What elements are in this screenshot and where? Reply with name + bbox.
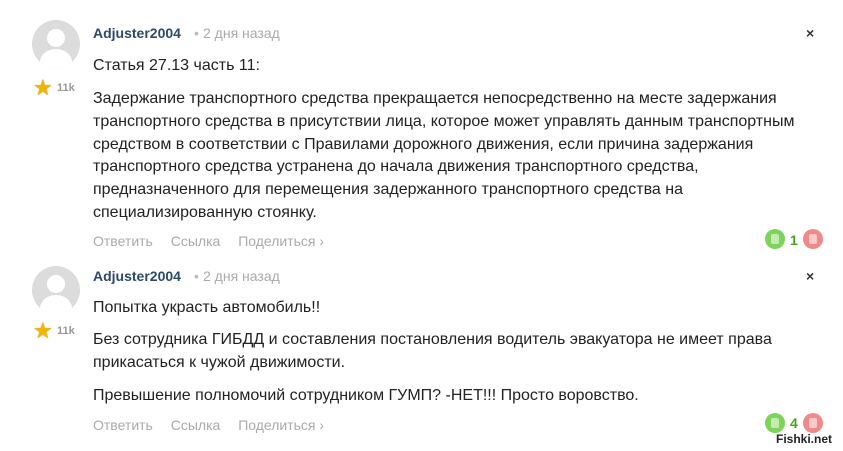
star-icon: ★ <box>33 75 53 100</box>
link-link[interactable]: Ссылка <box>171 417 221 433</box>
share-link[interactable]: Поделиться › <box>238 233 324 249</box>
separator-dot: • <box>194 268 199 284</box>
comment-paragraph: Попытка украсть автомобиль!! <box>93 299 321 316</box>
avatar[interactable] <box>32 20 80 68</box>
comment-actions: Ответить Ссылка Поделиться › <box>93 233 338 249</box>
comment-time[interactable]: 2 дня назад <box>203 268 280 284</box>
comment-paragraph: Задержание транспортного средства прекра… <box>93 90 795 221</box>
comment: ★ 11k Adjuster2004 • 2 дня назад × Попыт… <box>0 258 843 451</box>
comment: ★ 11k Adjuster2004 • 2 дня назад × Стать… <box>0 0 843 258</box>
rating-score: 11k <box>57 325 75 337</box>
thumb-down-icon[interactable] <box>803 413 823 433</box>
reply-link[interactable]: Ответить <box>93 417 153 433</box>
comment-paragraph: Статья 27.13 часть 11: <box>93 57 260 74</box>
close-icon[interactable]: × <box>806 268 814 284</box>
rating-score: 11k <box>57 82 75 94</box>
link-link[interactable]: Ссылка <box>171 233 221 249</box>
close-icon[interactable]: × <box>806 25 814 41</box>
comment-actions: Ответить Ссылка Поделиться › <box>93 417 338 433</box>
reply-link[interactable]: Ответить <box>93 233 153 249</box>
vote-count: 1 <box>790 232 798 248</box>
watermark: Fishki.net <box>776 432 833 446</box>
thumb-down-icon[interactable] <box>803 229 823 249</box>
author-name[interactable]: Adjuster2004 <box>93 268 181 284</box>
vote-count: 4 <box>790 415 798 431</box>
share-link[interactable]: Поделиться › <box>238 417 324 433</box>
comment-paragraph: Без сотрудника ГИБДД и составления поста… <box>93 331 772 371</box>
avatar[interactable] <box>32 266 80 314</box>
star-icon: ★ <box>33 318 53 343</box>
separator-dot: • <box>194 25 199 41</box>
author-name[interactable]: Adjuster2004 <box>93 25 181 41</box>
comment-time[interactable]: 2 дня назад <box>203 25 280 41</box>
thumb-up-icon[interactable] <box>765 229 785 249</box>
thumb-up-icon[interactable] <box>765 413 785 433</box>
comment-paragraph: Превышение полномочий сотрудником ГУМП? … <box>93 387 639 404</box>
